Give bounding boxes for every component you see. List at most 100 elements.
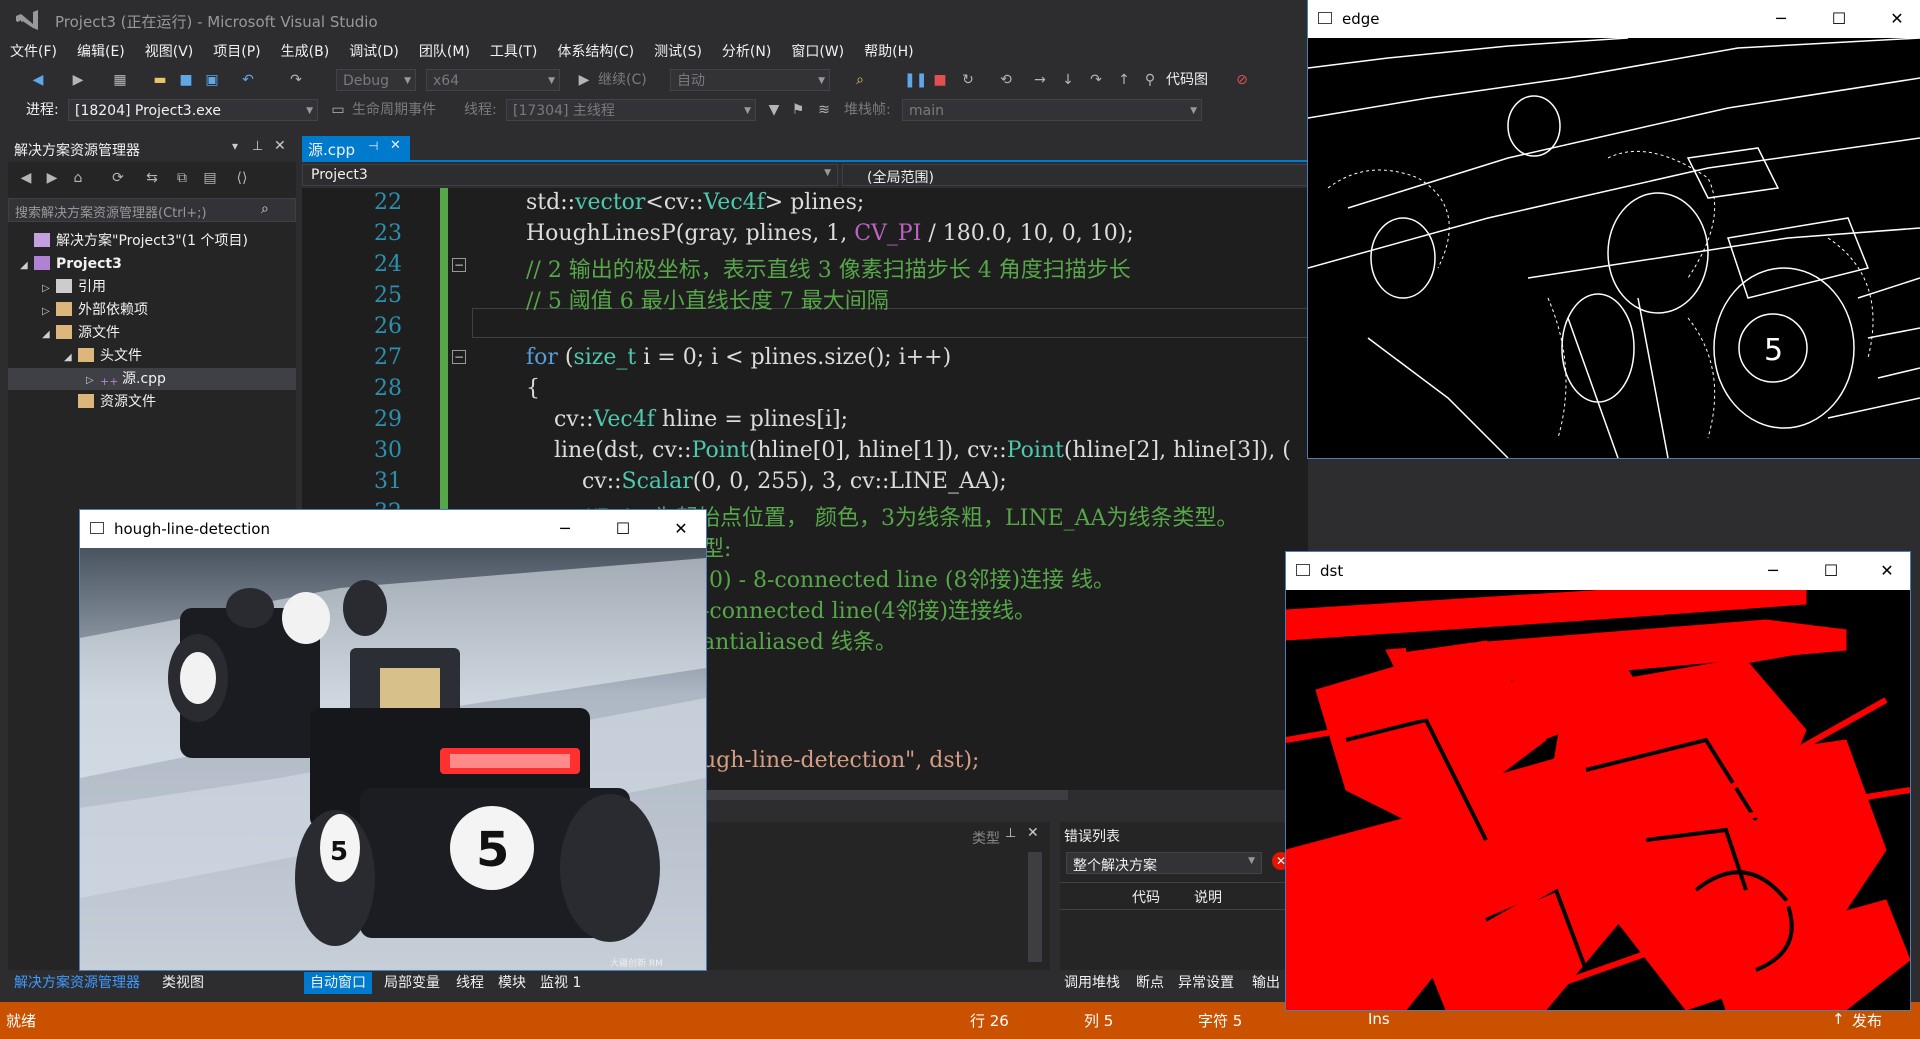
new-project-icon[interactable]: ▦ bbox=[110, 70, 130, 90]
close-icon[interactable]: ✕ bbox=[1874, 0, 1920, 38]
save-all-icon[interactable]: ▣ bbox=[202, 70, 222, 90]
dst-window[interactable]: dst ─ ☐ ✕ bbox=[1286, 552, 1910, 1010]
save-icon[interactable]: ■ bbox=[176, 70, 196, 90]
break-all-icon[interactable]: ❚❚ bbox=[904, 70, 927, 90]
config-combo[interactable]: Debug ▼ bbox=[336, 69, 416, 91]
close-icon[interactable]: ✕ bbox=[658, 510, 704, 548]
redo-icon[interactable]: ↷ bbox=[286, 70, 306, 90]
scope-nav-combo[interactable]: (全局范围) bbox=[842, 164, 1308, 186]
status-publish[interactable]: 发布 bbox=[1852, 1010, 1882, 1031]
collapse-region-icon[interactable]: − bbox=[452, 258, 466, 272]
tab-locals[interactable]: 局部变量 bbox=[384, 972, 440, 994]
menu-debug[interactable]: 调试(D) bbox=[339, 40, 409, 64]
pin-icon[interactable]: ⊥ bbox=[1005, 826, 1016, 841]
home-icon[interactable]: ⌂ bbox=[68, 168, 88, 188]
close-icon[interactable]: ✕ bbox=[274, 138, 286, 154]
tab-class-view[interactable]: 类视图 bbox=[162, 972, 204, 994]
find-in-files-icon[interactable]: ⌕ bbox=[850, 70, 870, 90]
solution-search-box[interactable]: 搜索解决方案资源管理器(Ctrl+;) ⌕ bbox=[8, 198, 296, 222]
codemap-icon[interactable]: ⚲ bbox=[1140, 70, 1160, 90]
tab-threads[interactable]: 线程 bbox=[456, 972, 484, 994]
properties-icon[interactable]: ▤ bbox=[200, 168, 220, 188]
panel-dropdown-icon[interactable]: ▾ bbox=[232, 139, 238, 153]
thread-combo[interactable]: [17304] 主线程 ▼ bbox=[506, 99, 756, 121]
minimize-icon[interactable]: ─ bbox=[1758, 0, 1804, 38]
minimize-icon[interactable]: ─ bbox=[1750, 552, 1796, 590]
step-up-icon[interactable]: ↑ bbox=[1114, 70, 1134, 90]
pin-icon[interactable]: ⊥ bbox=[252, 139, 263, 154]
process-combo[interactable]: [18204] Project3.exe ▼ bbox=[68, 99, 318, 121]
tree-references[interactable]: ▷ 引用 bbox=[42, 276, 106, 298]
restart-icon[interactable]: ↻ bbox=[958, 70, 978, 90]
menu-tools[interactable]: 工具(T) bbox=[480, 40, 547, 64]
menu-window[interactable]: 窗口(W) bbox=[781, 40, 854, 64]
tree-source-files[interactable]: ◢ 源文件 bbox=[42, 322, 120, 344]
back-icon[interactable]: ◀ bbox=[16, 168, 36, 188]
continue-button[interactable]: 继续(C) bbox=[598, 66, 647, 94]
edge-window-titlebar[interactable]: edge ─ ☐ ✕ bbox=[1308, 0, 1920, 38]
maximize-icon[interactable]: ☐ bbox=[1816, 0, 1862, 38]
tree-source-cpp[interactable]: ▷ ++ 源.cpp bbox=[86, 368, 166, 390]
tree-resource-files[interactable]: 资源文件 bbox=[64, 391, 156, 413]
minimize-icon[interactable]: ─ bbox=[542, 510, 588, 548]
flag-icon[interactable]: ⚑ bbox=[788, 100, 808, 120]
continue-icon[interactable]: ▶ bbox=[574, 70, 594, 90]
step-into-icon[interactable]: → bbox=[1030, 70, 1050, 90]
sync-icon[interactable]: ⟳ bbox=[108, 168, 128, 188]
search-icon[interactable]: ⌕ bbox=[261, 201, 269, 217]
maximize-icon[interactable]: ☐ bbox=[1808, 552, 1854, 590]
stop-debugging-icon[interactable]: ■ bbox=[930, 70, 950, 90]
open-file-icon[interactable]: ▬ bbox=[150, 70, 170, 90]
close-tab-icon[interactable]: ✕ bbox=[390, 138, 401, 153]
menu-test[interactable]: 测试(S) bbox=[644, 40, 712, 64]
tree-header-files[interactable]: ◢ 头文件 bbox=[64, 345, 142, 367]
menu-architecture[interactable]: 体系结构(C) bbox=[547, 40, 644, 64]
publish-up-icon[interactable]: ↑ bbox=[1832, 1010, 1845, 1028]
lifecycle-events-button[interactable]: 生命周期事件 bbox=[352, 96, 436, 124]
code-view-icon[interactable]: ⟨⟩ bbox=[232, 168, 252, 188]
hough-window-titlebar[interactable]: hough-line-detection ─ ☐ ✕ bbox=[80, 510, 706, 548]
auto-combo[interactable]: 自动 ▼ bbox=[670, 69, 830, 91]
forward-icon[interactable]: ▶ bbox=[42, 168, 62, 188]
error-col-code[interactable]: 代码 bbox=[1132, 887, 1160, 907]
collapse-all-icon[interactable]: ⧉ bbox=[172, 168, 192, 188]
step-out-icon[interactable]: ↷ bbox=[1086, 70, 1106, 90]
back-icon[interactable]: ◀ bbox=[28, 70, 48, 90]
tree-external-deps[interactable]: ▷ 外部依赖项 bbox=[42, 299, 148, 321]
menu-project[interactable]: 项目(P) bbox=[203, 40, 270, 64]
hough-line-detection-window[interactable]: hough-line-detection ─ ☐ ✕ 5 5 大疆创新 RM bbox=[80, 510, 706, 970]
editor-h-scrollbar[interactable] bbox=[700, 790, 1068, 800]
project-nav-combo[interactable]: Project3 ▼ bbox=[302, 164, 838, 186]
edge-window[interactable]: edge ─ ☐ ✕ 5 bbox=[1308, 0, 1920, 458]
forward-icon[interactable]: ▶ bbox=[68, 70, 88, 90]
menu-file[interactable]: 文件(F) bbox=[0, 40, 67, 64]
menu-view[interactable]: 视图(V) bbox=[135, 40, 204, 64]
undo-icon[interactable]: ↶ bbox=[238, 70, 258, 90]
tab-modules[interactable]: 模块 bbox=[498, 972, 526, 994]
breakpoint-toggle-icon[interactable]: ⊘ bbox=[1232, 70, 1252, 90]
tab-output[interactable]: 输出 bbox=[1252, 972, 1280, 994]
menu-team[interactable]: 团队(M) bbox=[409, 40, 480, 64]
pin-icon[interactable]: ⊣ bbox=[368, 139, 378, 153]
menu-edit[interactable]: 编辑(E) bbox=[67, 40, 135, 64]
error-scope-combo[interactable]: 整个解决方案 ▼ bbox=[1066, 852, 1262, 874]
menu-help[interactable]: 帮助(H) bbox=[854, 40, 923, 64]
dst-window-titlebar[interactable]: dst ─ ☐ ✕ bbox=[1286, 552, 1910, 590]
close-icon[interactable]: ✕ bbox=[1864, 552, 1910, 590]
tab-exception-settings[interactable]: 异常设置 bbox=[1178, 972, 1234, 994]
tree-project[interactable]: ◢ Project3 bbox=[20, 253, 122, 275]
auto-window-scrollbar[interactable] bbox=[1028, 852, 1042, 962]
lifecycle-events-icon[interactable]: ▭ bbox=[328, 100, 348, 120]
tab-watch-1[interactable]: 监视 1 bbox=[540, 972, 581, 994]
tab-source-cpp[interactable]: 源.cpp ⊣ ✕ bbox=[302, 136, 410, 160]
tree-solution[interactable]: 解决方案"Project3"(1 个项目) bbox=[20, 230, 248, 252]
collapse-region-icon[interactable]: − bbox=[452, 350, 466, 364]
error-col-description[interactable]: 说明 bbox=[1194, 887, 1222, 907]
tab-solution-explorer[interactable]: 解决方案资源管理器 bbox=[14, 972, 140, 994]
platform-combo[interactable]: x64 ▼ bbox=[426, 69, 560, 91]
tab-call-stack[interactable]: 调用堆栈 bbox=[1064, 972, 1120, 994]
show-next-statement-icon[interactable]: ⟲ bbox=[996, 70, 1016, 90]
stackframe-combo[interactable]: main ▼ bbox=[902, 99, 1202, 121]
close-icon[interactable]: ✕ bbox=[1027, 825, 1039, 841]
tab-auto-window[interactable]: 自动窗口 bbox=[304, 972, 372, 994]
